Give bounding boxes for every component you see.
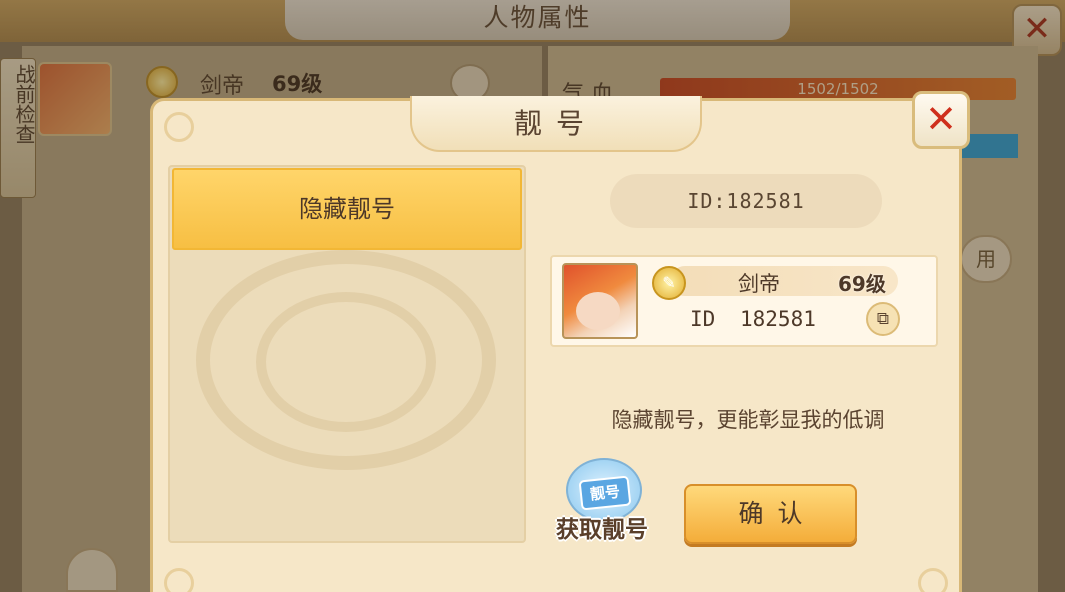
player-name: 剑帝 xyxy=(738,272,780,296)
dialog-title: 靓号 xyxy=(513,107,598,140)
title-badge-icon: ✎ xyxy=(652,266,686,300)
get-pretty-id-button[interactable]: 获取靓号 xyxy=(540,510,664,544)
id-label: ID xyxy=(690,307,716,331)
description-text: 隐藏靓号，更能彰显我的低调 xyxy=(611,408,885,432)
id-display: ID:182581 xyxy=(610,174,882,228)
corner-ornament xyxy=(918,568,948,592)
list-item-hide-pretty-id[interactable]: 隐藏靓号 xyxy=(172,168,522,250)
player-level: 69级 xyxy=(838,272,886,296)
copy-icon[interactable]: ⧉ xyxy=(866,302,900,336)
ticket-icon: 靓号 xyxy=(578,475,632,511)
emblem-watermark-inner xyxy=(256,292,436,432)
close-button[interactable]: ✕ xyxy=(912,91,970,149)
corner-ornament xyxy=(164,112,194,142)
confirm-button[interactable]: 确认 xyxy=(684,484,857,544)
id-value: 182581 xyxy=(740,307,816,331)
corner-ornament xyxy=(164,568,194,592)
avatar-face xyxy=(576,292,620,330)
